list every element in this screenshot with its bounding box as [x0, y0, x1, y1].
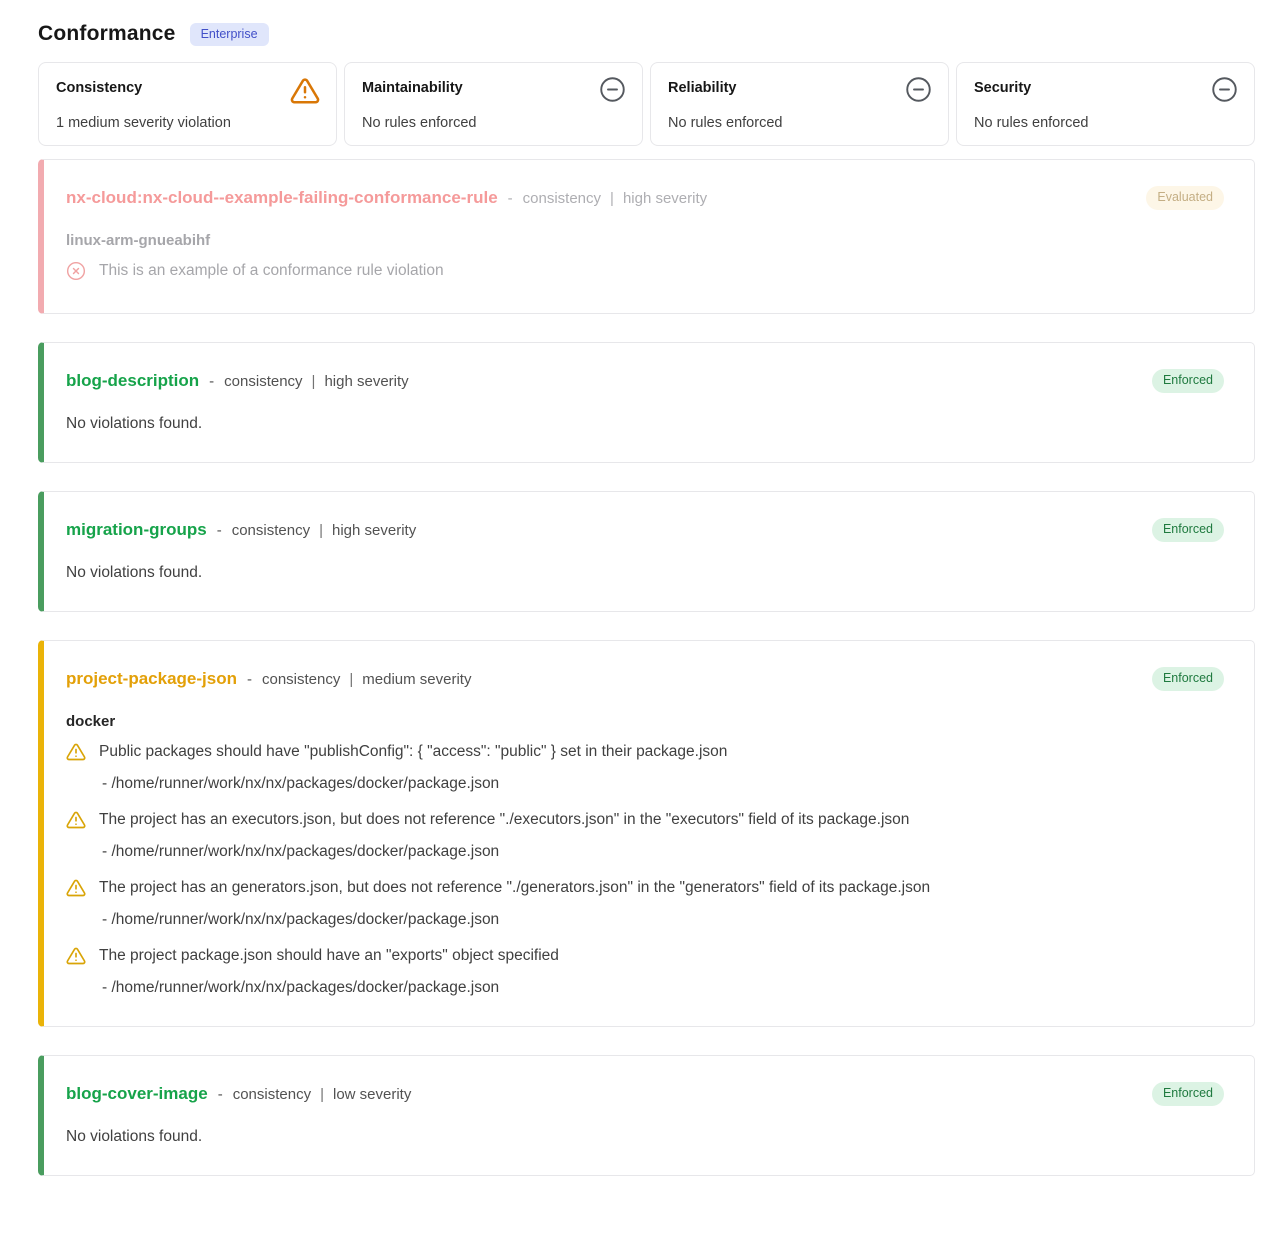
rule-meta-separator: |	[320, 1086, 324, 1103]
summary-card-status: 1 medium severity violation	[56, 115, 320, 131]
rule-meta-dash: -	[217, 522, 222, 539]
rule-meta-separator: |	[610, 190, 614, 207]
violation-item: The project package.json should have an …	[66, 945, 1224, 999]
summary-card-row: Consistency 1 medium severity violation …	[38, 62, 1255, 146]
page-header: Conformance Enterprise	[38, 22, 1255, 46]
warning-triangle-icon	[66, 741, 86, 767]
enforced-status-badge: Enforced	[1152, 369, 1224, 393]
rule-name-link[interactable]: blog-description	[66, 369, 199, 393]
rule-severity: high severity	[324, 373, 408, 390]
no-violations-message: No violations found.	[66, 562, 1224, 584]
rule-meta-dash: -	[247, 671, 252, 688]
minus-circle-icon	[599, 76, 626, 108]
rule-category: consistency	[262, 671, 340, 688]
summary-card-title: Reliability	[668, 76, 737, 96]
project-name: docker	[66, 711, 1224, 733]
no-violations-message: No violations found.	[66, 1126, 1224, 1148]
rule-category: consistency	[224, 373, 302, 390]
summary-card-status: No rules enforced	[668, 115, 932, 131]
violation-item: This is an example of a conformance rule…	[66, 260, 1224, 286]
rule-card-blog-cover-image: blog-cover-image - consistency | low sev…	[38, 1055, 1255, 1176]
rule-severity: high severity	[623, 190, 707, 207]
violation-item: The project has an executors.json, but d…	[66, 809, 1224, 863]
summary-card-security: Security No rules enforced	[956, 62, 1255, 146]
rule-category: consistency	[232, 522, 310, 539]
enforced-status-badge: Enforced	[1152, 667, 1224, 691]
rule-card-example-failing-conformance-rule: nx-cloud:nx-cloud--example-failing-confo…	[38, 159, 1255, 314]
rule-severity: high severity	[332, 522, 416, 539]
warning-triangle-icon	[66, 809, 86, 835]
rule-name-link[interactable]: blog-cover-image	[66, 1082, 208, 1106]
warning-triangle-icon	[66, 945, 86, 971]
rule-name-link[interactable]: project-package-json	[66, 667, 237, 691]
violation-message: This is an example of a conformance rule…	[99, 260, 444, 282]
violation-item: The project has an generators.json, but …	[66, 877, 1224, 931]
rule-card-blog-description: blog-description - consistency | high se…	[38, 342, 1255, 463]
violation-path: - /home/runner/work/nx/nx/packages/docke…	[102, 977, 1224, 999]
summary-card-status: No rules enforced	[362, 115, 626, 131]
minus-circle-icon	[1211, 76, 1238, 108]
no-violations-message: No violations found.	[66, 413, 1224, 435]
violation-item: Public packages should have "publishConf…	[66, 741, 1224, 795]
enterprise-badge: Enterprise	[190, 23, 269, 46]
violation-path: - /home/runner/work/nx/nx/packages/docke…	[102, 909, 1224, 931]
rule-meta-dash: -	[218, 1086, 223, 1103]
rule-meta-separator: |	[319, 522, 323, 539]
violation-path: - /home/runner/work/nx/nx/packages/docke…	[102, 841, 1224, 863]
page-title: Conformance	[38, 22, 176, 46]
summary-card-maintainability: Maintainability No rules enforced	[344, 62, 643, 146]
summary-card-status: No rules enforced	[974, 115, 1238, 131]
rule-meta-separator: |	[312, 373, 316, 390]
evaluated-status-badge: Evaluated	[1146, 186, 1224, 210]
rule-category: consistency	[233, 1086, 311, 1103]
rule-name-link[interactable]: nx-cloud:nx-cloud--example-failing-confo…	[66, 186, 498, 210]
warning-triangle-icon	[66, 877, 86, 903]
violation-message: The project has an generators.json, but …	[99, 877, 930, 899]
error-circle-icon	[66, 260, 86, 286]
rule-card-project-package-json: project-package-json - consistency | med…	[38, 640, 1255, 1027]
summary-card-reliability: Reliability No rules enforced	[650, 62, 949, 146]
violation-message: Public packages should have "publishConf…	[99, 741, 727, 763]
violation-message: The project package.json should have an …	[99, 945, 559, 967]
rule-name-link[interactable]: migration-groups	[66, 518, 207, 542]
warning-triangle-icon	[290, 76, 320, 111]
rule-meta-dash: -	[508, 190, 513, 207]
rule-severity: low severity	[333, 1086, 411, 1103]
summary-card-title: Security	[974, 76, 1031, 96]
violation-message: The project has an executors.json, but d…	[99, 809, 909, 831]
enforced-status-badge: Enforced	[1152, 518, 1224, 542]
violation-path: - /home/runner/work/nx/nx/packages/docke…	[102, 773, 1224, 795]
summary-card-consistency: Consistency 1 medium severity violation	[38, 62, 337, 146]
minus-circle-icon	[905, 76, 932, 108]
project-name: linux-arm-gnueabihf	[66, 230, 1224, 252]
summary-card-title: Maintainability	[362, 76, 463, 96]
summary-card-title: Consistency	[56, 76, 142, 96]
enforced-status-badge: Enforced	[1152, 1082, 1224, 1106]
rule-category: consistency	[523, 190, 601, 207]
rule-severity: medium severity	[362, 671, 471, 688]
rule-meta-dash: -	[209, 373, 214, 390]
rule-meta-separator: |	[349, 671, 353, 688]
rule-card-migration-groups: migration-groups - consistency | high se…	[38, 491, 1255, 612]
